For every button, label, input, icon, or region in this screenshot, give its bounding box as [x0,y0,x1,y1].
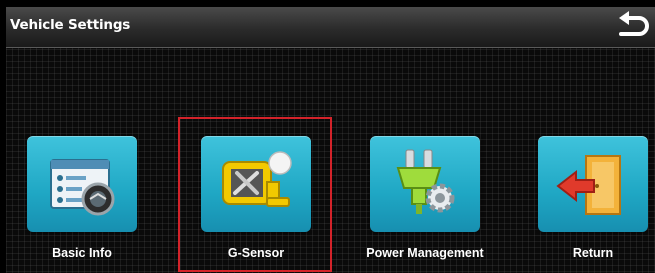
basic-info-icon [50,159,115,216]
return-door-icon [556,155,621,215]
power-management-button[interactable] [370,136,480,232]
page-title: Vehicle Settings [10,17,131,33]
settings-panel: Vehicle Settings Basic Info G-Sensor Pow… [6,7,655,273]
return-button[interactable] [538,136,648,232]
title-bar: Vehicle Settings [6,7,655,48]
basic-info-label[interactable]: Basic Info [27,246,137,260]
basic-info-button[interactable] [27,136,137,232]
back-button[interactable] [613,9,651,45]
power-management-label[interactable]: Power Management [360,246,490,260]
g-sensor-label[interactable]: G-Sensor [201,246,311,260]
screen: Vehicle Settings Basic Info G-Sensor Pow… [0,0,655,273]
power-management-icon [396,149,455,214]
return-label[interactable]: Return [538,246,648,260]
return-arrow-icon [619,11,649,36]
